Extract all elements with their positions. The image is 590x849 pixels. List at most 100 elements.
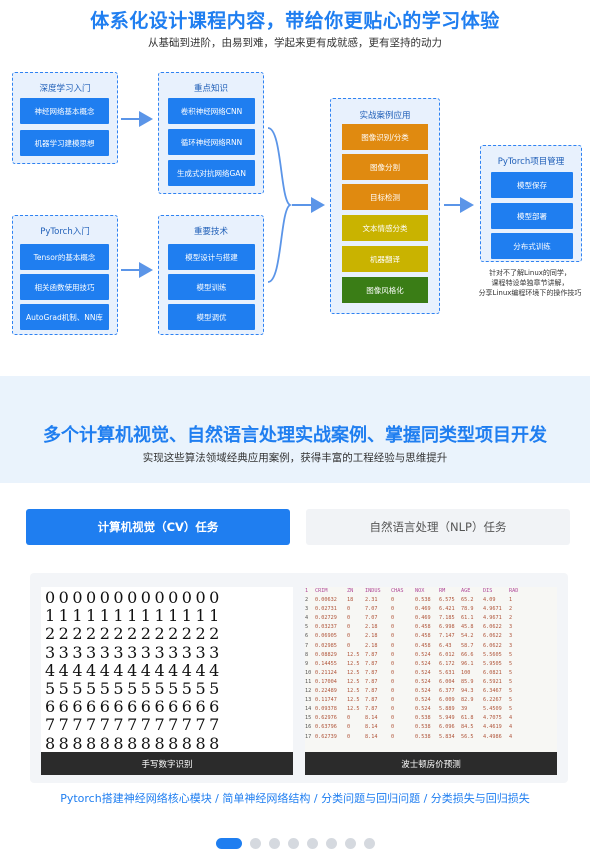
pagination-dot[interactable]: [306, 838, 318, 849]
table-cell: 2: [305, 597, 309, 604]
table-cell: 56.5: [461, 733, 474, 740]
table-cell: 0.63796: [315, 724, 337, 731]
table-cell: 4.4619: [483, 724, 502, 731]
table-cell: 0: [391, 715, 395, 722]
table-cell: 3: [509, 624, 513, 631]
table-cell: 5: [509, 651, 513, 658]
table-cell: 6.2267: [483, 697, 502, 704]
table-row: 8 0.08829 12.5 7.87 0 0.524 6.012 66.6 5.5605 5: [305, 651, 557, 660]
table-row: 13 0.11747 12.5 7.87 0 0.524 6.009 82.9 6.2267 5: [305, 696, 557, 705]
table-cell: 4: [305, 615, 309, 622]
table-cell: 6.5921: [483, 678, 502, 685]
table-cell: 7.07: [365, 606, 378, 613]
table-cell: 0.469: [415, 606, 431, 613]
pagination-dot[interactable]: [268, 838, 280, 849]
table-row: 15 0.62976 0 8.14 0 0.538 5.949 61.8 4.7075 4: [305, 714, 557, 723]
table-cell: 17: [305, 733, 312, 740]
digit-row: 2222222222222: [45, 625, 223, 644]
table-cell: 3: [305, 606, 309, 613]
table-cell: 7: [305, 642, 309, 649]
table-cell: 4: [509, 715, 513, 722]
table-row: 5 0.03237 0 2.18 0 0.458 6.998 45.8 6.0622 3: [305, 623, 557, 632]
table-cell: 5: [509, 688, 513, 695]
table-cell: 5.4509: [483, 706, 502, 713]
table-cell: 6.096: [439, 724, 455, 731]
case-card-boston[interactable]: 1 CRIM ZN INDUS CHAS NOX RM AGE DIS RAD 2 0.00632 18…: [305, 587, 557, 775]
digit-row: 5555555555555: [45, 679, 223, 698]
table-cell: 1: [305, 588, 309, 594]
table-row: 14 0.09378 12.5 7.87 0 0.524 5.889 39 5.4509 5: [305, 705, 557, 714]
table-cell: 6.0622: [483, 633, 502, 640]
digit-row: 8888888888888: [45, 734, 223, 753]
case-caption: 手写数字识别: [41, 752, 293, 775]
table-cell: 0: [391, 724, 395, 731]
table-cell: 5.834: [439, 733, 455, 740]
table-cell: 0.524: [415, 651, 431, 658]
table-cell: 0: [391, 697, 395, 704]
table-cell: 78.9: [461, 606, 474, 613]
table-cell: 0.524: [415, 669, 431, 676]
pagination-dot[interactable]: [344, 838, 356, 849]
table-cell: 12.5: [347, 678, 360, 685]
table-cell: 65.2: [461, 597, 474, 604]
table-cell: 0.524: [415, 706, 431, 713]
table-cell: 66.6: [461, 651, 474, 658]
table-cell: 6: [305, 633, 309, 640]
table-cell: 0.03237: [315, 624, 337, 631]
pagination-dot[interactable]: [249, 838, 261, 849]
table-cell: 10: [305, 669, 312, 676]
table-row: 9 0.14455 12.5 7.87 0 0.524 6.172 96.1 5.9505 5: [305, 660, 557, 669]
tab-nlp[interactable]: 自然语言处理（NLP）任务: [306, 509, 570, 545]
table-cell: 0: [391, 688, 395, 695]
table-cell: 3: [509, 642, 513, 649]
table-cell: 6.0622: [483, 624, 502, 631]
table-cell: 0.02985: [315, 642, 337, 649]
table-cell: 4.9671: [483, 615, 502, 622]
table-row: 11 0.17004 12.5 7.87 0 0.524 6.004 85.9 6.5921 5: [305, 678, 557, 687]
table-cell: RM: [439, 588, 446, 594]
table-cell: 0.06905: [315, 633, 337, 640]
table-cell: 0.00632: [315, 597, 337, 604]
table-cell: 61.1: [461, 615, 474, 622]
table-cell: 0: [391, 597, 395, 604]
table-header: 1 CRIM ZN INDUS CHAS NOX RM AGE DIS RAD: [305, 587, 557, 596]
digit-row: 0000000000000: [45, 589, 223, 607]
table-cell: 0.538: [415, 597, 431, 604]
table-cell: 2.18: [365, 633, 378, 640]
table-cell: 6.172: [439, 660, 455, 667]
table-cell: 5: [509, 697, 513, 704]
table-cell: 6.998: [439, 624, 455, 631]
table-cell: 0.21124: [315, 669, 337, 676]
table-cell: 0.524: [415, 688, 431, 695]
table-cell: 8.14: [365, 733, 378, 740]
table-cell: CRIM: [315, 588, 328, 594]
case-caption: 波士顿房价预测: [305, 752, 557, 775]
table-cell: 12.5: [347, 688, 360, 695]
table-cell: 0: [391, 706, 395, 713]
table-cell: 0.524: [415, 697, 431, 704]
table-cell: 0.09378: [315, 706, 337, 713]
brace-icon: [267, 127, 292, 283]
table-cell: 7.87: [365, 678, 378, 685]
pagination-dot[interactable]: [215, 838, 242, 849]
table-cell: 6.012: [439, 651, 455, 658]
tab-cv[interactable]: 计算机视觉（CV）任务: [26, 509, 290, 545]
table-cell: 0: [347, 715, 351, 722]
pagination-dot[interactable]: [325, 838, 337, 849]
table-cell: 0.14455: [315, 660, 337, 667]
table-cell: 11: [305, 678, 312, 685]
table-cell: 18: [347, 597, 354, 604]
table-cell: 12: [305, 688, 312, 695]
section-subtitle: 实现这些算法领域经典应用案例，获得丰富的工程经验与思维提升: [142, 452, 448, 464]
case-card-mnist[interactable]: 0000000000000 1111111111111 2222222222222 3…: [41, 587, 293, 775]
table-cell: 12.5: [347, 697, 360, 704]
table-cell: CHAS: [391, 588, 404, 594]
table-cell: 0.17004: [315, 678, 337, 685]
table-cell: DIS: [483, 588, 493, 594]
table-cell: 6.3467: [483, 688, 502, 695]
pagination-dot[interactable]: [287, 838, 299, 849]
table-cell: 3: [509, 633, 513, 640]
table-cell: RAD: [509, 588, 519, 594]
table-cell: NOX: [415, 588, 425, 594]
pagination-dot[interactable]: [363, 838, 375, 849]
